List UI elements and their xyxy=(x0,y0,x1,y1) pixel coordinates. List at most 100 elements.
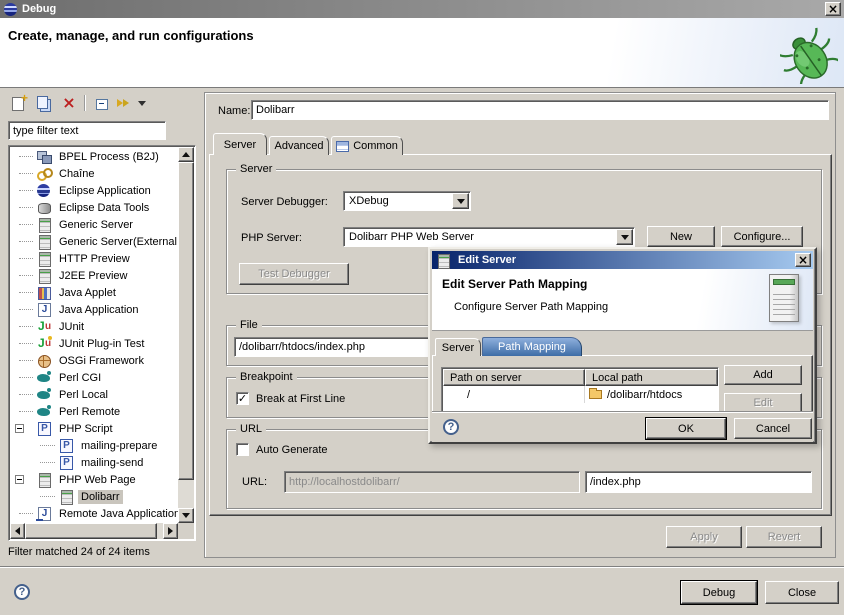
tree-item-generic-server[interactable]: Generic Server xyxy=(10,216,178,233)
duplicate-icon[interactable] xyxy=(32,93,54,113)
tree-item-chaine[interactable]: Chaîne xyxy=(10,165,178,182)
footer-separator xyxy=(0,566,844,568)
edit-button[interactable]: Edit xyxy=(724,393,802,413)
junit-plugin-icon xyxy=(36,336,52,351)
tree-item-eclipse-application[interactable]: Eclipse Application xyxy=(10,182,178,199)
ok-button[interactable]: OK xyxy=(646,418,726,439)
eclipse-sphere-icon xyxy=(36,183,52,198)
add-button[interactable]: Add xyxy=(724,365,802,385)
collapse-toggle-icon[interactable] xyxy=(15,424,24,433)
tree-item-php-web-page[interactable]: PHP Web Page xyxy=(10,471,178,488)
cancel-button[interactable]: Cancel xyxy=(734,418,812,439)
scrollbar-corner xyxy=(178,523,194,539)
test-debugger-button[interactable]: Test Debugger xyxy=(239,263,349,285)
filter-status: Filter matched 24 of 24 items xyxy=(8,546,150,558)
table-cell-server-path[interactable]: / xyxy=(443,386,585,403)
chain-icon xyxy=(36,166,52,181)
break-first-line-checkbox[interactable] xyxy=(236,392,249,405)
dialog-tab-path-mapping[interactable]: Path Mapping xyxy=(482,337,582,356)
base-url-input xyxy=(284,471,580,493)
auto-generate-label: Auto Generate xyxy=(256,444,328,456)
configuration-tree: BPEL Process (B2J) Chaîne Eclipse Applic… xyxy=(8,145,196,541)
url-path-input[interactable] xyxy=(585,471,812,493)
tree-item-j2ee-preview[interactable]: J2EE Preview xyxy=(10,267,178,284)
dialog-help-icon[interactable]: ? xyxy=(443,419,459,435)
tree-item-http-preview[interactable]: HTTP Preview xyxy=(10,250,178,267)
dialog-close-icon[interactable]: × xyxy=(795,253,811,267)
scroll-up-icon[interactable] xyxy=(178,147,194,162)
tree-item-junit[interactable]: JUnit xyxy=(10,318,178,335)
server-icon xyxy=(435,253,451,268)
new-button[interactable]: New xyxy=(647,226,715,247)
help-icon[interactable]: ? xyxy=(14,584,30,600)
tab-advanced[interactable]: Advanced xyxy=(269,136,329,155)
dialog-heading: Edit Server Path Mapping xyxy=(442,277,587,291)
scroll-left-icon[interactable] xyxy=(10,523,25,539)
remote-java-icon xyxy=(36,506,52,521)
dialog-button-bar: ? OK Cancel xyxy=(432,411,813,442)
bug-icon xyxy=(780,26,838,84)
tree-item-eclipse-data-tools[interactable]: Eclipse Data Tools xyxy=(10,199,178,216)
name-label: Name: xyxy=(218,105,250,117)
junit-icon xyxy=(36,319,52,334)
dialog-header: Edit Server Path Mapping Configure Serve… xyxy=(432,269,813,331)
filter-input[interactable] xyxy=(8,121,166,140)
apply-button[interactable]: Apply xyxy=(666,526,742,548)
close-button[interactable]: Close xyxy=(765,581,839,604)
filter-icon[interactable] xyxy=(114,93,136,113)
server-icon xyxy=(36,234,52,249)
tree-item-perl-local[interactable]: Perl Local xyxy=(10,386,178,403)
banner-title: Create, manage, and run configurations xyxy=(8,28,254,43)
tab-server[interactable]: Server xyxy=(213,133,267,155)
dialog-subheading: Configure Server Path Mapping xyxy=(454,301,608,313)
menu-caret-icon[interactable] xyxy=(136,93,148,113)
tree-item-mailing-send[interactable]: mailing-send xyxy=(10,454,178,471)
column-header-local-path[interactable]: Local path xyxy=(585,369,718,386)
server-tower-icon xyxy=(769,274,799,322)
server-debugger-label: Server Debugger: xyxy=(241,196,328,208)
chevron-down-icon[interactable] xyxy=(616,229,633,245)
php-icon xyxy=(36,421,52,436)
title-bar[interactable]: Debug × xyxy=(0,0,844,18)
scroll-down-icon[interactable] xyxy=(178,508,194,523)
php-server-select[interactable]: Dolibarr PHP Web Server xyxy=(343,227,635,247)
tree-item-osgi-framework[interactable]: OSGi Framework xyxy=(10,352,178,369)
tab-common[interactable]: Common xyxy=(331,136,403,155)
scroll-right-icon[interactable] xyxy=(163,523,178,539)
tree-item-java-application[interactable]: Java Application xyxy=(10,301,178,318)
chevron-down-icon[interactable] xyxy=(452,193,469,209)
delete-icon[interactable]: × xyxy=(58,93,80,113)
tree-item-generic-server-external[interactable]: Generic Server(External La xyxy=(10,233,178,250)
new-configuration-icon[interactable] xyxy=(8,93,30,113)
toolbar-separator xyxy=(84,95,85,111)
dialog-title-bar[interactable]: Edit Server × xyxy=(432,251,813,269)
php-icon xyxy=(58,455,74,470)
collapse-toggle-icon[interactable] xyxy=(15,475,24,484)
edit-server-dialog: Edit Server × Edit Server Path Mapping C… xyxy=(428,247,817,444)
file-group-title: File xyxy=(236,319,262,331)
debug-button[interactable]: Debug xyxy=(681,581,757,604)
collapse-all-icon[interactable] xyxy=(90,93,112,113)
auto-generate-checkbox[interactable] xyxy=(236,443,249,456)
revert-button[interactable]: Revert xyxy=(746,526,822,548)
tree-item-perl-cgi[interactable]: Perl CGI xyxy=(10,369,178,386)
tree-item-java-applet[interactable]: Java Applet xyxy=(10,284,178,301)
dialog-tab-server[interactable]: Server xyxy=(435,338,481,356)
tree-item-php-script[interactable]: PHP Script xyxy=(10,420,178,437)
horizontal-scroll-thumb[interactable] xyxy=(25,523,157,539)
close-icon[interactable]: × xyxy=(825,2,841,16)
table-cell-local-path[interactable]: /dolibarr/htdocs xyxy=(585,386,718,403)
tree-item-bpel-process[interactable]: BPEL Process (B2J) xyxy=(10,148,178,165)
tree-item-junit-plugin-test[interactable]: JUnit Plug-in Test xyxy=(10,335,178,352)
tree-item-perl-remote[interactable]: Perl Remote xyxy=(10,403,178,420)
applet-icon xyxy=(36,285,52,300)
column-header-path-on-server[interactable]: Path on server xyxy=(443,369,585,386)
tree-item-remote-java-application[interactable]: Remote Java Application xyxy=(10,505,178,522)
workstations-icon xyxy=(36,149,52,164)
tree-item-dolibarr[interactable]: Dolibarr xyxy=(10,488,178,505)
name-input[interactable] xyxy=(251,100,829,120)
vertical-scroll-thumb[interactable] xyxy=(178,162,194,480)
server-debugger-select[interactable]: XDebug xyxy=(343,191,471,211)
configure-button[interactable]: Configure... xyxy=(721,226,803,247)
tree-item-mailing-prepare[interactable]: mailing-prepare xyxy=(10,437,178,454)
